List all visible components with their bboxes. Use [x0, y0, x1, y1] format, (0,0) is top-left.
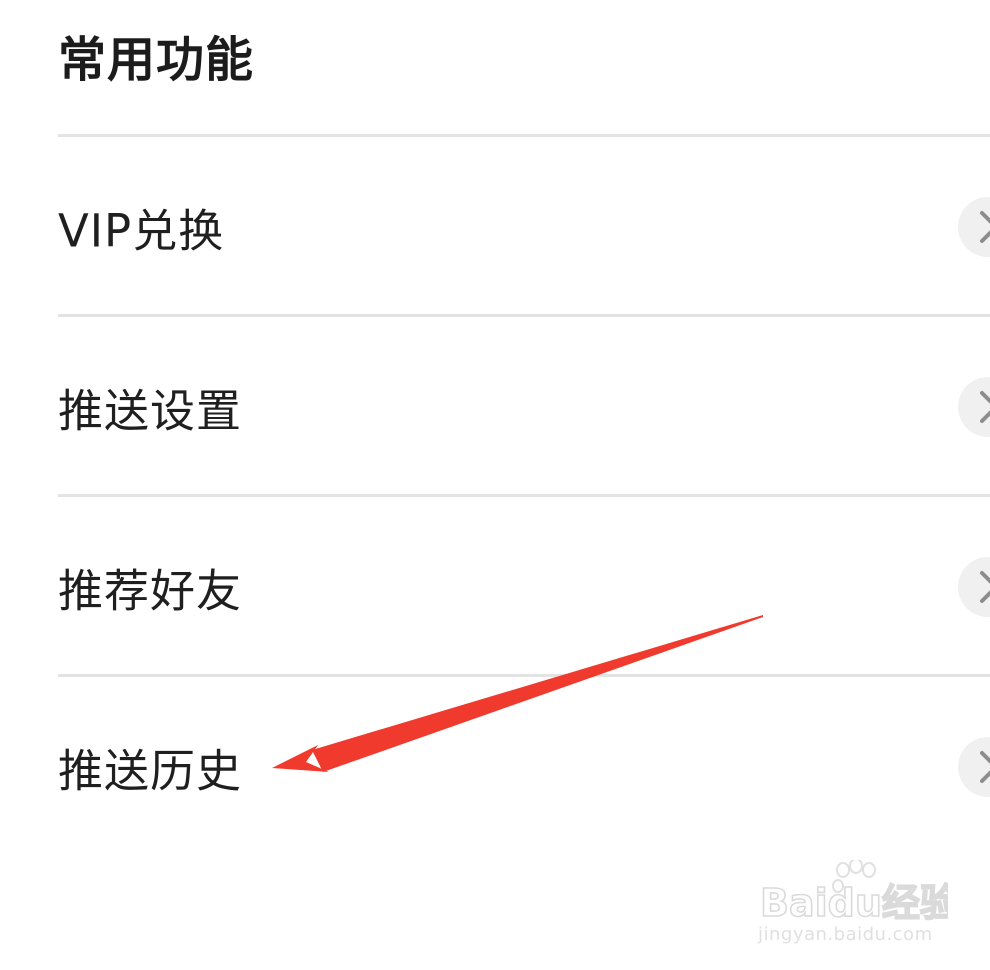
watermark: Baidu经验 jingyan.baidu.com: [758, 858, 959, 960]
annotation-arrow: [272, 615, 763, 772]
baidu-paw-icon: Baidu经验: [759, 858, 959, 926]
watermark-url: jingyan.baidu.com: [758, 924, 933, 945]
svg-text:Baidu经验: Baidu经验: [760, 881, 948, 924]
